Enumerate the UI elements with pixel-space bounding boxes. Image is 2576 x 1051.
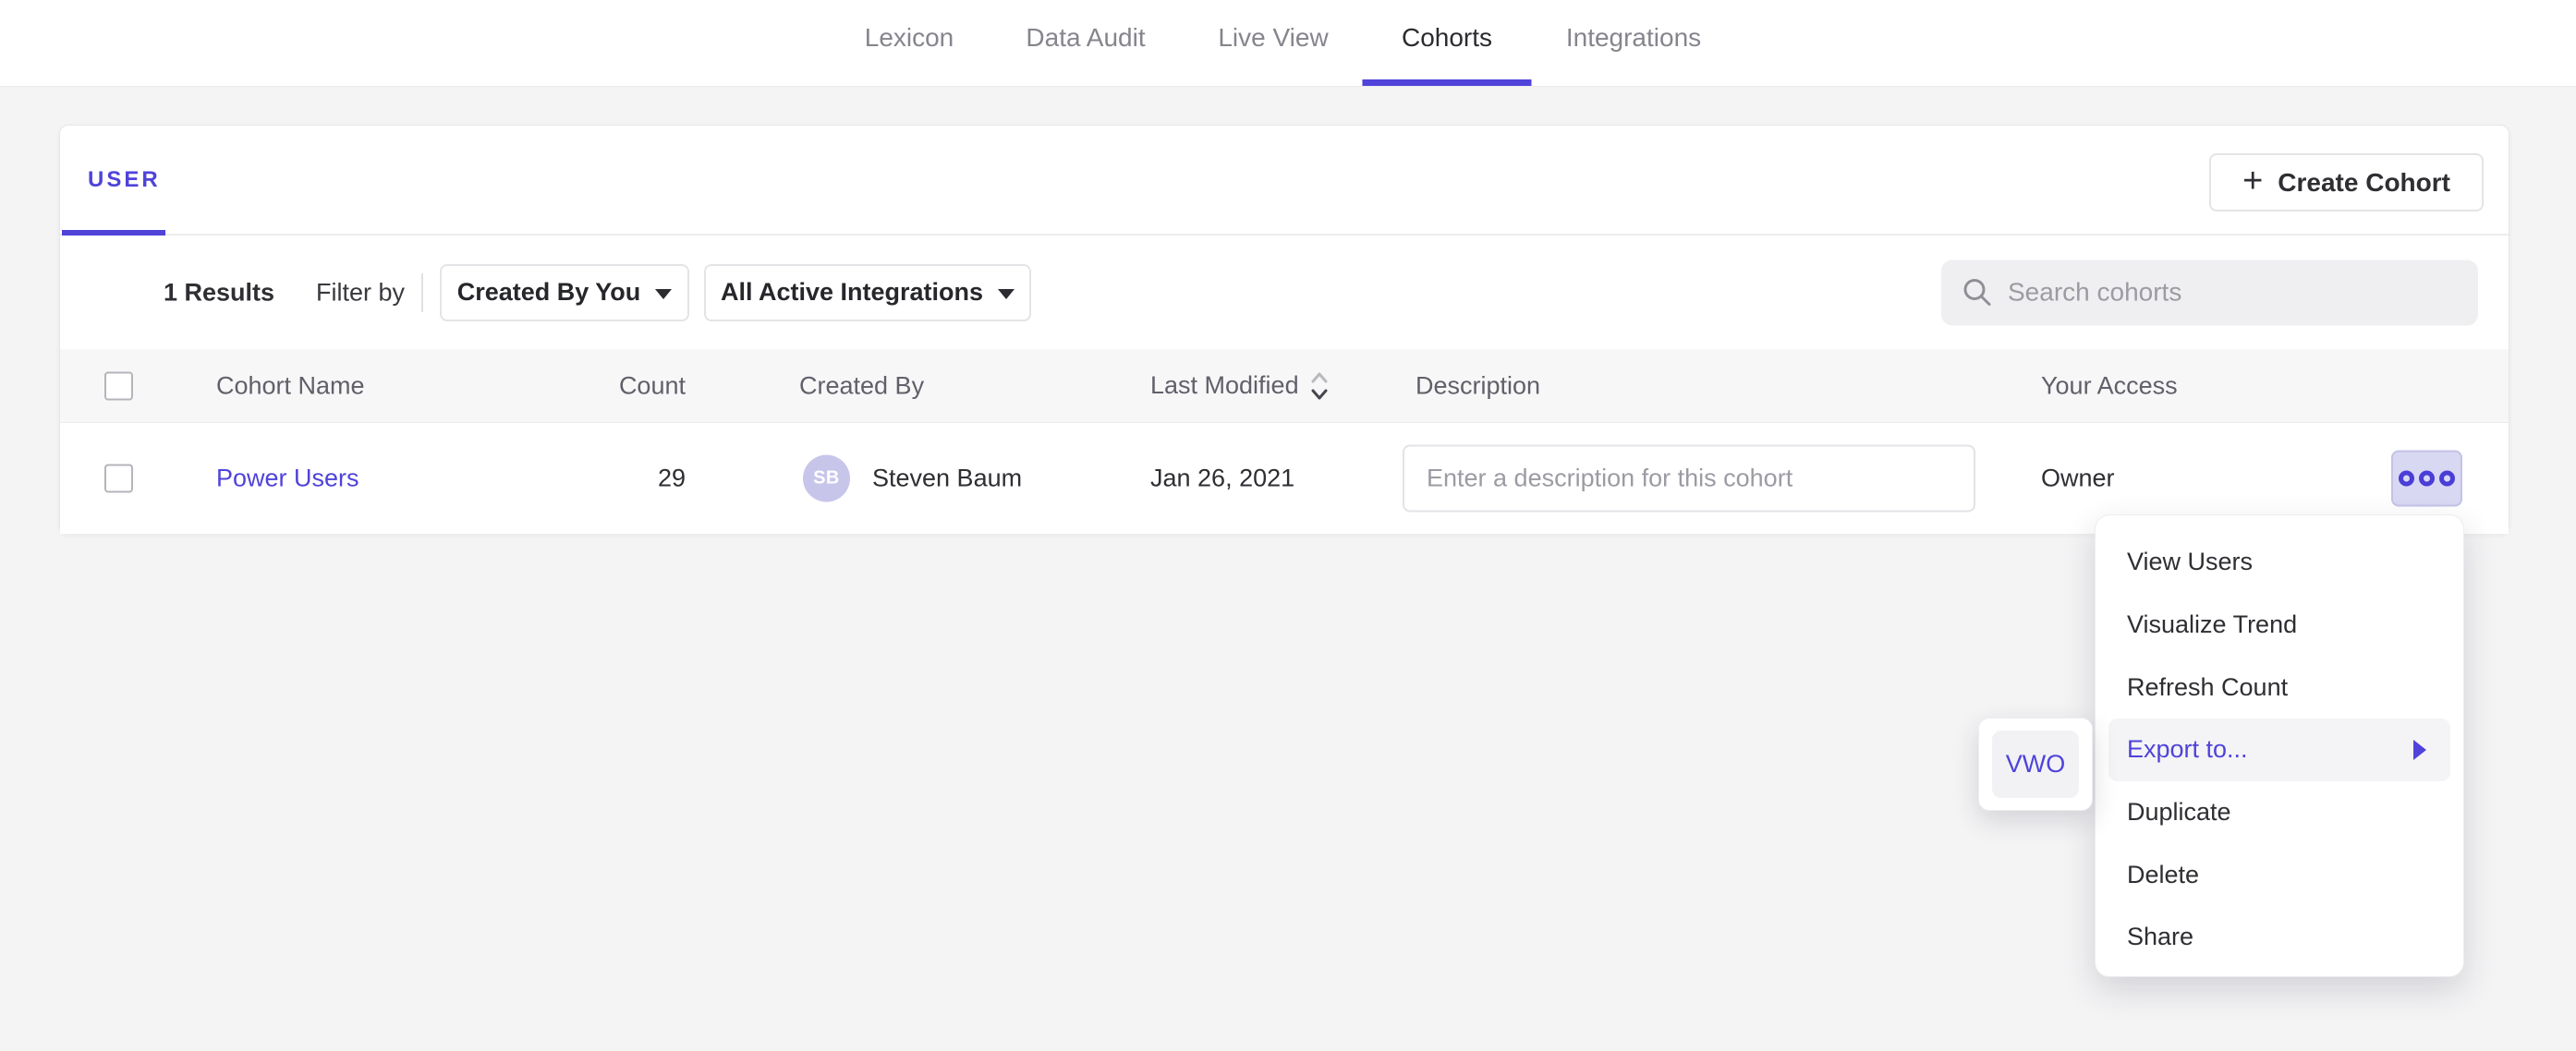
header-count: Count	[501, 371, 686, 400]
header-created-by: Created By	[799, 371, 924, 400]
nav-tab-cohorts[interactable]: Cohorts	[1402, 0, 1492, 86]
nav-tab-live-view[interactable]: Live View	[1218, 0, 1328, 86]
cohort-count: 29	[501, 465, 686, 493]
created-by-filter-value: Created By You	[457, 278, 641, 307]
header-cohort-name: Cohort Name	[216, 371, 365, 400]
divider	[421, 273, 423, 312]
menu-item-export-to[interactable]: Export to...	[2108, 719, 2450, 781]
cohorts-panel: USER + Create Cohort 1 Results Filter by…	[59, 125, 2509, 534]
integrations-filter-dropdown[interactable]: All Active Integrations	[704, 264, 1031, 321]
table-header-row: Cohort Name Count Created By Last Modifi…	[60, 349, 2509, 423]
nav-tab-data-audit[interactable]: Data Audit	[1026, 0, 1145, 86]
search-icon	[1962, 277, 1993, 308]
search-cohorts-input[interactable]	[2008, 278, 2458, 308]
access-value: Owner	[2041, 465, 2115, 493]
caret-down-icon	[655, 289, 672, 299]
created-by-cell: SB Steven Baum	[803, 455, 1022, 502]
avatar: SB	[803, 455, 850, 502]
sort-icon[interactable]	[1310, 368, 1329, 404]
ellipsis-icon	[2439, 471, 2455, 487]
create-cohort-button[interactable]: + Create Cohort	[2209, 153, 2484, 211]
menu-item-share[interactable]: Share	[2096, 906, 2463, 969]
cohort-name-link[interactable]: Power Users	[216, 465, 359, 493]
create-cohort-label: Create Cohort	[2278, 168, 2450, 198]
active-tab-underline	[1362, 79, 1531, 86]
submenu-arrow-icon	[2413, 740, 2426, 760]
header-description: Description	[1416, 371, 1540, 400]
creator-name: Steven Baum	[872, 465, 1022, 493]
top-navigation: Lexicon Data Audit Live View Cohorts Int…	[0, 0, 2576, 87]
nav-tab-lexicon[interactable]: Lexicon	[865, 0, 954, 86]
menu-item-visualize-trend[interactable]: Visualize Trend	[2096, 594, 2463, 657]
integrations-filter-value: All Active Integrations	[721, 278, 983, 307]
menu-item-duplicate[interactable]: Duplicate	[2096, 781, 2463, 844]
row-select-checkbox[interactable]	[104, 465, 133, 493]
nav-tab-integrations[interactable]: Integrations	[1566, 0, 1701, 86]
menu-item-refresh-count[interactable]: Refresh Count	[2096, 656, 2463, 719]
menu-item-delete[interactable]: Delete	[2096, 843, 2463, 906]
plus-icon: +	[2242, 163, 2263, 199]
created-by-filter-dropdown[interactable]: Created By You	[440, 264, 689, 321]
ellipsis-icon	[2419, 471, 2435, 487]
header-last-modified[interactable]: Last Modified	[1150, 368, 1329, 404]
last-modified-value: Jan 26, 2021	[1150, 465, 1294, 493]
row-actions-button[interactable]	[2391, 451, 2462, 507]
select-all-checkbox[interactable]	[104, 371, 133, 400]
results-count: 1 Results	[164, 278, 274, 307]
description-input[interactable]	[1403, 445, 1975, 513]
cohort-type-tabstrip: USER + Create Cohort	[60, 126, 2509, 236]
menu-item-view-users[interactable]: View Users	[2096, 531, 2463, 594]
nav-tab-cohorts-label: Cohorts	[1402, 23, 1492, 53]
ellipsis-icon	[2399, 471, 2414, 487]
row-actions-menu: View Users Visualize Trend Refresh Count…	[2095, 514, 2464, 977]
description-cell	[1403, 445, 1975, 513]
header-last-modified-label: Last Modified	[1150, 371, 1299, 400]
caret-down-icon	[998, 289, 1015, 299]
menu-item-export-to-label: Export to...	[2127, 735, 2248, 764]
search-cohorts-box	[1941, 260, 2478, 325]
submenu-item-vwo[interactable]: VWO	[1992, 731, 2079, 798]
filter-bar: 1 Results Filter by Created By You All A…	[60, 236, 2509, 349]
export-submenu: VWO	[1978, 718, 2093, 811]
tab-user[interactable]: USER	[60, 126, 188, 234]
filter-by-label: Filter by	[316, 278, 405, 307]
header-your-access: Your Access	[2041, 371, 2178, 400]
